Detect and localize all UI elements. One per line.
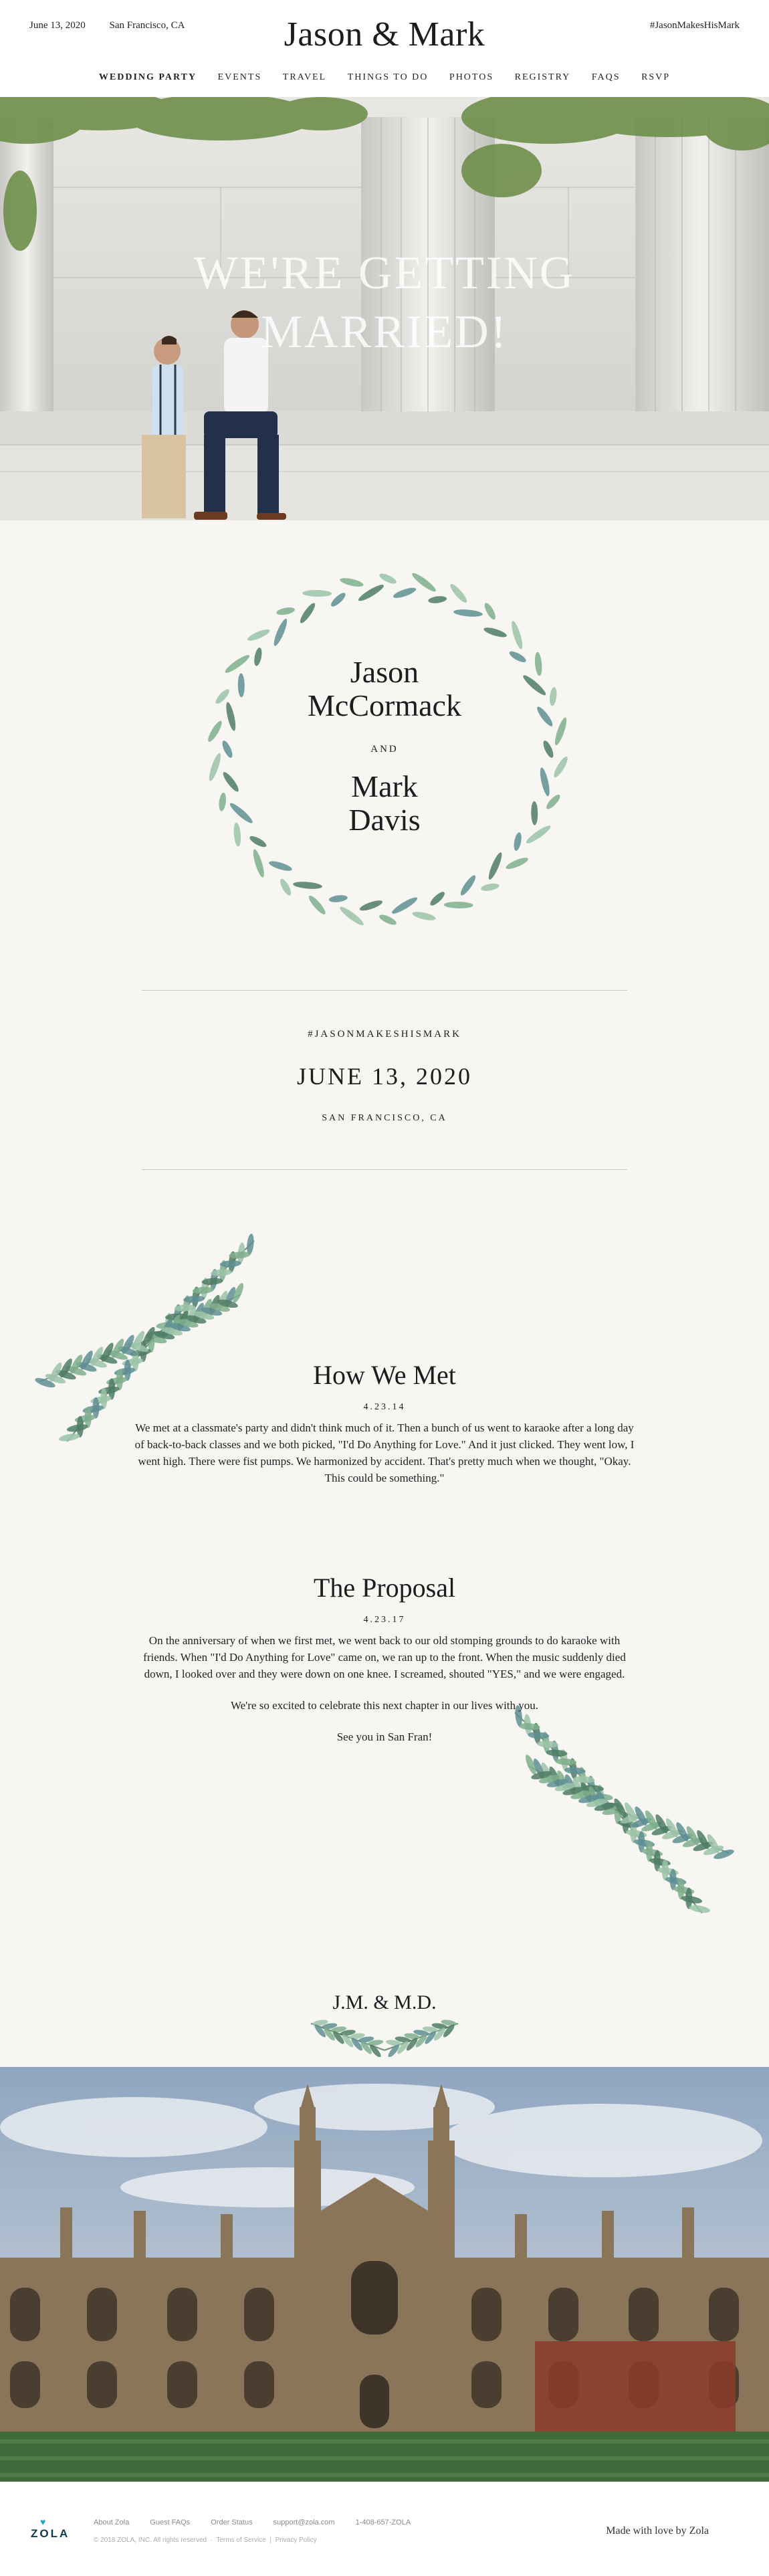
footer-support-email[interactable]: support@zola.com bbox=[273, 2518, 335, 2527]
footer-terms-link[interactable]: Terms of Service bbox=[216, 2537, 265, 2544]
partner-2-first-name: Mark bbox=[351, 769, 418, 803]
couple-names: Jason McCormack and Mark Davis bbox=[0, 656, 769, 837]
how-we-met-date: 4.23.14 bbox=[363, 1402, 406, 1412]
castle-illustration bbox=[0, 2067, 769, 2482]
footer-about-zola[interactable]: About Zola bbox=[94, 2518, 129, 2527]
hero-headline: We're getting married! bbox=[0, 244, 769, 362]
heart-icon: ♥ bbox=[40, 2516, 48, 2527]
footer-copyright: © 2018 ZOLA, INC. All rights reserved bbox=[94, 2537, 207, 2544]
footer-privacy-link[interactable]: Privacy Policy bbox=[276, 2537, 317, 2544]
nav-rsvp[interactable]: RSVP bbox=[641, 72, 670, 82]
zola-logo[interactable]: ♥ ZOLA bbox=[31, 2516, 70, 2541]
proposal-title: The Proposal bbox=[313, 1573, 456, 1603]
proposal-date: 4.23.17 bbox=[363, 1615, 406, 1625]
header-hashtag: #JasonMakesHisMark bbox=[649, 20, 740, 31]
partner-1-first-name: Jason bbox=[350, 655, 419, 689]
made-with-love: Made with love by Zola bbox=[606, 2525, 709, 2537]
footer-links: About Zola Guest FAQs Order Status suppo… bbox=[94, 2518, 429, 2527]
partner-2-last-name: Davis bbox=[348, 803, 421, 837]
footer-order-status[interactable]: Order Status bbox=[211, 2518, 252, 2527]
partner-1-last-name: McCormack bbox=[308, 688, 461, 722]
proposal-body: On the anniversary of when we first met,… bbox=[143, 1634, 626, 1680]
nav-faqs[interactable]: FAQs bbox=[592, 72, 621, 82]
hero-line-2: married! bbox=[260, 306, 509, 358]
zola-logo-text: ZOLA bbox=[31, 2527, 70, 2540]
nav-photos[interactable]: Photos bbox=[449, 72, 493, 82]
event-hashtag: #JasonMakesHisMark bbox=[308, 1029, 461, 1039]
site-footer: ♥ ZOLA About Zola Guest FAQs Order Statu… bbox=[0, 2482, 769, 2576]
main-nav: Wedding Party Events Travel Things To Do… bbox=[0, 72, 769, 83]
footer-legal: © 2018 ZOLA, INC. All rights reserved · … bbox=[94, 2537, 317, 2544]
monogram-leaves bbox=[310, 2019, 459, 2057]
how-we-met-section: How We Met 4.23.14 We met at a classmate… bbox=[134, 1359, 635, 1501]
divider-top bbox=[142, 990, 627, 991]
footer-phone[interactable]: 1-408-657-ZOLA bbox=[356, 2518, 411, 2527]
and-word: and bbox=[370, 744, 399, 755]
nav-wedding-party[interactable]: Wedding Party bbox=[99, 72, 197, 82]
proposal-see-you: See you in San Fran! bbox=[336, 1730, 433, 1743]
proposal-excited: We're so excited to celebrate this next … bbox=[230, 1699, 539, 1712]
hero-line-1: We're getting bbox=[193, 247, 576, 299]
site-header: June 13, 2020 San Francisco, CA Jason & … bbox=[0, 0, 769, 97]
proposal-section: The Proposal 4.23.17 On the anniversary … bbox=[134, 1572, 635, 1760]
nav-travel[interactable]: Travel bbox=[283, 72, 326, 82]
nav-events[interactable]: Events bbox=[218, 72, 262, 82]
nav-things-to-do[interactable]: Things To Do bbox=[348, 72, 429, 82]
castle-photo bbox=[0, 2067, 769, 2482]
hero-photo: We're getting married! bbox=[0, 97, 769, 520]
how-we-met-title: How We Met bbox=[313, 1360, 456, 1390]
how-we-met-body: We met at a classmate's party and didn't… bbox=[134, 1421, 635, 1484]
wedding-location: San Francisco, CA bbox=[322, 1113, 447, 1123]
nav-registry[interactable]: Registry bbox=[515, 72, 571, 82]
wedding-date: June 13, 2020 bbox=[297, 1063, 472, 1090]
footer-guest-faqs[interactable]: Guest FAQs bbox=[150, 2518, 190, 2527]
divider-bottom bbox=[142, 1169, 627, 1170]
